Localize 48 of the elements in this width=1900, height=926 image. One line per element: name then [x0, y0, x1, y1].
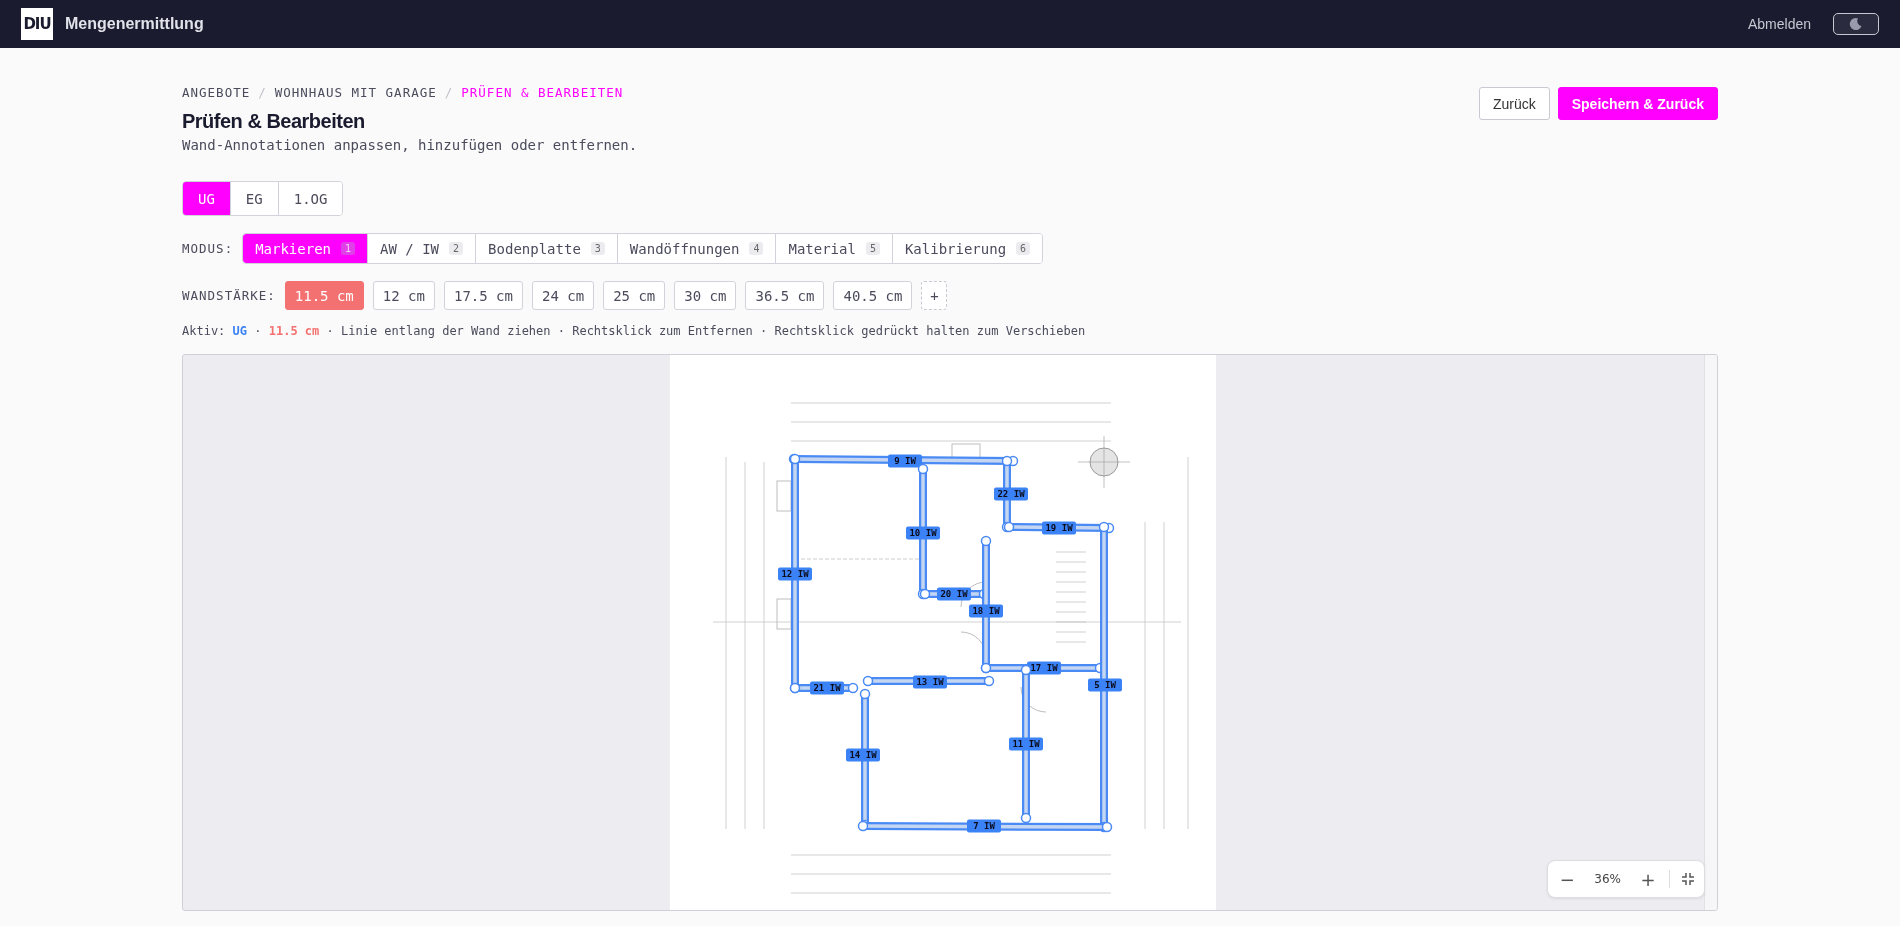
zoom-out-button[interactable]: −: [1554, 868, 1581, 890]
wall-annotation[interactable]: 17 IW: [980, 661, 1106, 675]
shortcut-badge: 4: [749, 242, 764, 255]
thickness-button[interactable]: 12 cm: [372, 281, 435, 310]
wall-thickness-label: WANDSTÄRKE:: [182, 288, 276, 303]
page-title: Prüfen & Bearbeiten: [182, 110, 366, 133]
breadcrumb-separator: /: [444, 85, 454, 100]
back-button[interactable]: Zurück: [1478, 87, 1550, 120]
wall-annotation[interactable]: 7 IW: [857, 819, 1113, 833]
shortcut-badge: 2: [449, 242, 464, 255]
shortcut-badge: 1: [341, 242, 356, 255]
mode-tab[interactable]: Kalibrierung 6: [891, 234, 1043, 263]
wall-annotation[interactable]: 21 IW: [789, 681, 859, 695]
thickness-button[interactable]: 40.5 cm: [833, 281, 913, 310]
breadcrumb-separator: /: [258, 85, 267, 100]
logo: DIU: [21, 8, 53, 40]
shortcut-badge: 5: [865, 242, 880, 255]
wall-annotation[interactable]: 14 IW: [846, 688, 880, 831]
moon-icon: [1849, 17, 1863, 31]
theme-toggle[interactable]: [1833, 13, 1879, 35]
wall-annotation[interactable]: 10 IW: [906, 463, 940, 600]
thickness-button[interactable]: 24 cm: [532, 281, 595, 310]
page-subtitle: Wand-Annotationen anpassen, hinzufügen oder entfernen.: [182, 137, 638, 153]
app-title: Mengenermittlung: [65, 15, 204, 33]
zoom-level: 36%: [1593, 872, 1622, 886]
breadcrumb-link[interactable]: WOHNHAUS MIT GARAGE: [274, 85, 437, 100]
mode-label: MODUS:: [182, 241, 234, 256]
scrollbar[interactable]: [1704, 355, 1717, 910]
breadcrumb-link[interactable]: ANGEBOTE: [182, 85, 251, 100]
zoom-in-button[interactable]: +: [1635, 868, 1661, 890]
shortcut-badge: 3: [590, 242, 605, 255]
wall-annotation[interactable]: 13 IW: [862, 675, 995, 689]
wall-annotation[interactable]: 22 IW: [994, 455, 1028, 533]
status-line: Aktiv: UG · 11.5 cm · Linie entlang der Wand ziehen · Rechtsklick zum Entfernen · Rechtsklick gedrückt halten zum Verschieben: [182, 324, 1087, 338]
thickness-button[interactable]: 25 cm: [603, 281, 666, 310]
thickness-button[interactable]: 30 cm: [674, 281, 737, 310]
shortcut-badge: 6: [1016, 242, 1031, 255]
collapse-icon: [1682, 873, 1694, 885]
wall-annotation[interactable]: 12 IW: [778, 453, 812, 694]
wall-annotation[interactable]: 19 IW: [1003, 521, 1115, 535]
thickness-button[interactable]: 17.5 cm: [443, 281, 523, 310]
wall-annotation[interactable]: 20 IW: [919, 587, 990, 601]
add-thickness-button[interactable]: +: [921, 281, 948, 310]
floor-tab[interactable]: 1.OG: [277, 182, 343, 215]
wall-annotation[interactable]: 18 IW: [969, 535, 1003, 674]
wall-annotation[interactable]: 5 IW: [1088, 521, 1122, 833]
thickness-button[interactable]: 36.5 cm: [745, 281, 825, 310]
logout-link[interactable]: Abmelden: [1737, 16, 1821, 32]
